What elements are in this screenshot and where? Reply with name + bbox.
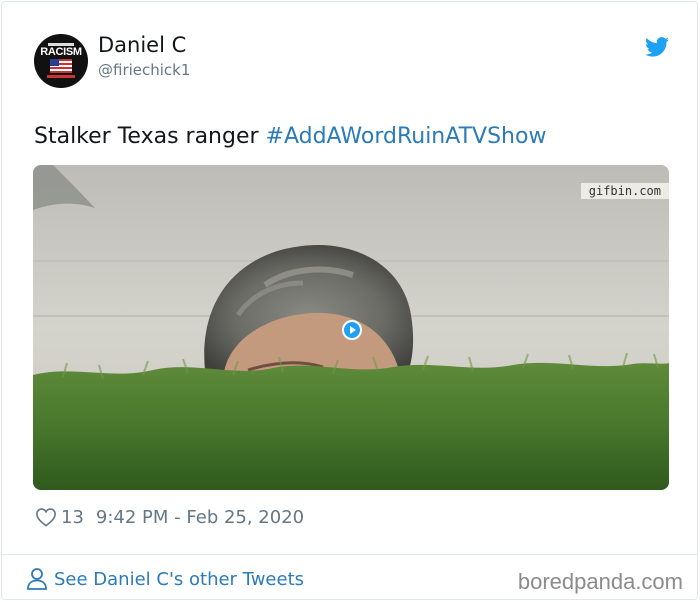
tweet-meta: 13 9:42 PM - Feb 25, 2020 xyxy=(35,505,304,529)
avatar-text: RACISM xyxy=(40,46,82,58)
flag-icon xyxy=(50,59,72,73)
like-count[interactable]: 13 xyxy=(61,507,84,528)
divider xyxy=(2,554,697,555)
author-name[interactable]: Daniel C xyxy=(98,33,186,57)
see-other-tweets-label: See Daniel C's other Tweets xyxy=(54,568,305,590)
play-icon[interactable] xyxy=(342,320,362,340)
tweet-media[interactable]: gifbin.com xyxy=(33,165,669,490)
twitter-bird-icon[interactable] xyxy=(645,37,669,57)
gif-watermark: gifbin.com xyxy=(580,183,669,199)
tweet-text: Stalker Texas ranger #AddAWordRuinATVSho… xyxy=(34,124,546,149)
author-handle[interactable]: @firiechick1 xyxy=(98,61,190,79)
see-other-tweets-link[interactable]: See Daniel C's other Tweets xyxy=(26,567,304,591)
tweet-timestamp[interactable]: 9:42 PM - Feb 25, 2020 xyxy=(96,507,304,528)
tweet-body: Stalker Texas ranger xyxy=(34,124,266,149)
heart-icon[interactable] xyxy=(35,507,57,527)
tweet-card: RACISM Daniel C @firiechick1 Stalker Tex… xyxy=(1,1,698,600)
person-icon xyxy=(27,568,47,590)
hashtag-link[interactable]: #AddAWordRuinATVShow xyxy=(266,124,547,149)
brand-watermark: boredpanda.com xyxy=(517,569,683,594)
avatar[interactable]: RACISM xyxy=(34,34,88,88)
